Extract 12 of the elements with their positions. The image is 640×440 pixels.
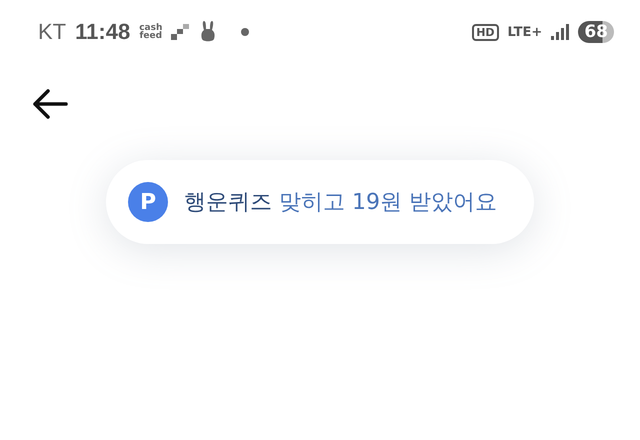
clock-time: 11:48 xyxy=(75,19,130,45)
network-type: LTE+ xyxy=(508,24,542,40)
app-logo: cash feed xyxy=(139,24,162,40)
toast-message: 행운퀴즈 맞히고 19원 받았어요 xyxy=(184,189,497,217)
hd-voice-indicator: HD xyxy=(472,24,499,40)
point-icon: P xyxy=(128,182,168,222)
carrier-name: KT xyxy=(38,19,66,45)
stairs-icon xyxy=(171,24,192,40)
dot-icon xyxy=(241,28,250,36)
back-arrow-icon[interactable] xyxy=(32,88,68,120)
rabbit-icon xyxy=(200,21,216,43)
signal-icon xyxy=(551,24,570,40)
